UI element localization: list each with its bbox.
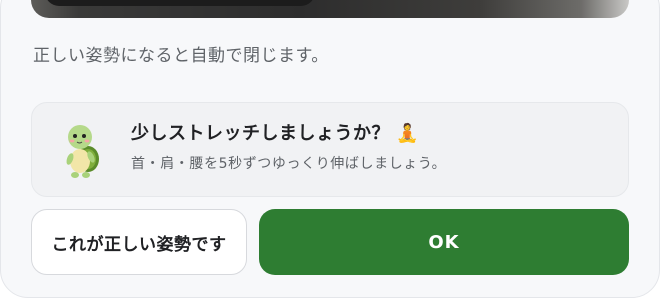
camera-preview	[31, 0, 629, 18]
ok-button[interactable]: OK	[259, 209, 629, 275]
camera-preview-overlay	[45, 0, 315, 6]
stretch-card-body: 首・肩・腰を5秒ずつゆっくり伸ばしましょう。	[131, 156, 447, 172]
stretch-card-title: 少しストレッチしましょうか？ 🧘	[131, 123, 419, 144]
set-correct-posture-button[interactable]: これが正しい姿勢です	[31, 209, 247, 275]
turtle-mascot-icon	[66, 125, 99, 178]
stretch-suggestion-card: 少しストレッチしましょうか？ 🧘 首・肩・腰を5秒ずつゆっくり伸ばしましょう。	[31, 102, 629, 197]
auto-close-hint: 正しい姿勢になると自動で閉じます。	[33, 46, 329, 66]
meditation-icon: 🧘	[396, 123, 419, 144]
